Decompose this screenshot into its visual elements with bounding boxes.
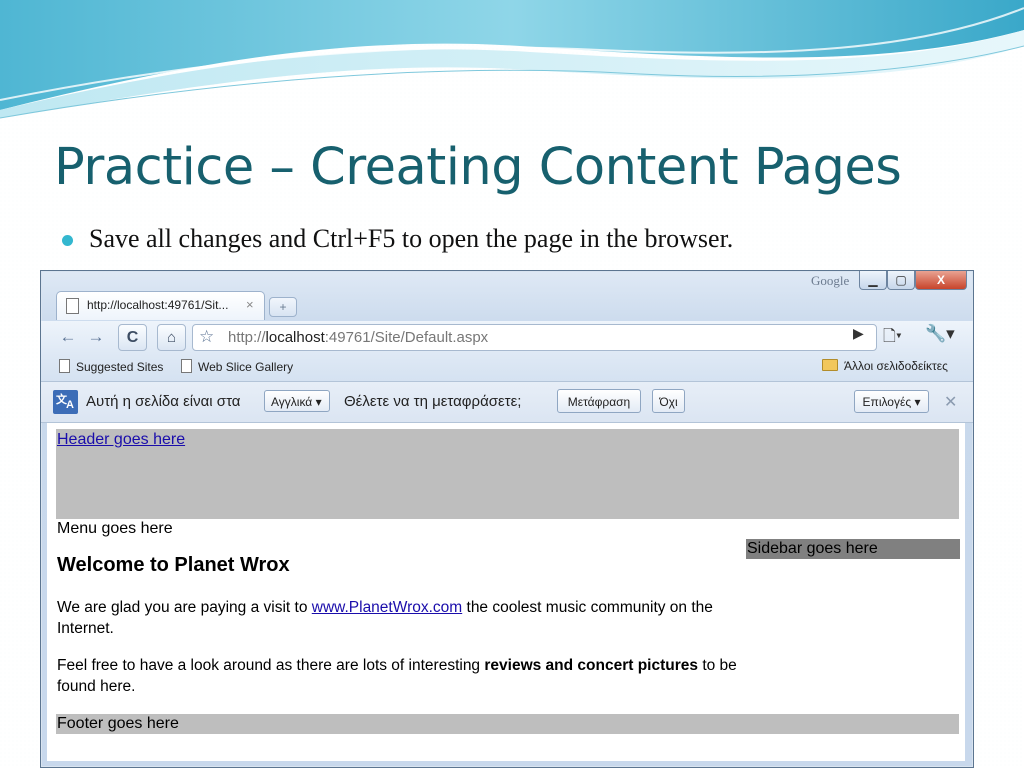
tab-title: http://localhost:49761/Sit... — [87, 298, 229, 312]
footer-text: Footer goes here — [57, 715, 179, 732]
bookmarks-bar: Suggested Sites Web Slice Gallery Άλλοι … — [41, 353, 973, 382]
reload-icon[interactable]: C — [118, 324, 147, 351]
browser-window: http://localhost:49761/Sit... × + Google… — [40, 270, 974, 768]
reviews-paragraph: Feel free to have a look around as there… — [57, 657, 737, 695]
translate-options-button[interactable]: Επιλογές ▾ — [854, 390, 929, 413]
bookmark-other[interactable]: Άλλοι σελιδοδείκτες — [822, 359, 948, 373]
translate-prompt: Αυτή η σελίδα είναι στα — [86, 393, 241, 410]
sidebar-text: Sidebar goes here — [747, 540, 878, 557]
translate-button[interactable]: Μετάφραση — [557, 389, 641, 413]
browser-tab[interactable]: http://localhost:49761/Sit... × — [56, 291, 265, 320]
go-arrow-icon[interactable]: ▶ — [853, 325, 864, 342]
bookmark-suggested-sites[interactable]: Suggested Sites — [59, 359, 163, 374]
back-arrow-icon[interactable]: ← — [55, 325, 81, 349]
menu-text: Menu goes here — [57, 520, 173, 537]
new-tab-button[interactable]: + — [269, 297, 297, 317]
browser-titlebar: http://localhost:49761/Sit... × + Google… — [41, 271, 973, 321]
url-text: http://localhost:49761/Site/Default.aspx — [228, 329, 489, 346]
translate-bar: 文A Αυτή η σελίδα είναι στα Αγγλικά ▾ Θέλ… — [41, 382, 973, 423]
slide-title: Practice – Creating Content Pages — [54, 138, 902, 197]
welcome-heading: Welcome to Planet Wrox — [57, 554, 290, 576]
page-icon — [59, 359, 70, 373]
wrench-menu-icon[interactable]: 🔧▾ — [925, 324, 955, 344]
language-select[interactable]: Αγγλικά ▾ — [264, 390, 330, 412]
browser-toolbar: ← → C ⌂ ☆ http://localhost:49761/Site/De… — [41, 321, 973, 353]
bullet-item: Save all changes and Ctrl+F5 to open the… — [62, 224, 733, 254]
sidebar-block: Sidebar goes here — [746, 539, 960, 559]
intro-paragraph: We are glad you are paying a visit to ww… — [57, 599, 713, 637]
close-window-button[interactable]: X — [915, 271, 967, 290]
page-icon — [181, 359, 192, 373]
tab-close-icon[interactable]: × — [246, 297, 254, 312]
bullet-text: Save all changes and Ctrl+F5 to open the… — [89, 224, 734, 253]
bookmark-star-icon[interactable]: ☆ — [199, 327, 214, 347]
address-bar[interactable]: ☆ http://localhost:49761/Site/Default.as… — [192, 324, 877, 351]
bullet-dot-icon — [62, 234, 73, 246]
page-icon — [66, 298, 79, 314]
bookmark-web-slice-gallery[interactable]: Web Slice Gallery — [181, 359, 293, 374]
translate-icon: 文A — [53, 390, 78, 414]
folder-icon — [822, 359, 838, 371]
translate-question: Θέλετε να τη μεταφράσετε; — [344, 393, 522, 410]
no-translate-button[interactable]: Όχι — [652, 389, 685, 413]
footer-block: Footer goes here — [56, 714, 959, 734]
home-icon[interactable]: ⌂ — [157, 324, 186, 351]
header-block: Header goes here — [56, 429, 959, 519]
forward-arrow-icon[interactable]: → — [83, 325, 109, 349]
planetwrox-link[interactable]: www.PlanetWrox.com — [312, 599, 462, 616]
minimize-button[interactable]: ▁ — [859, 271, 887, 290]
translate-close-icon[interactable]: ✕ — [944, 392, 957, 412]
header-link[interactable]: Header goes here — [57, 431, 185, 449]
page-viewport: Header goes here Menu goes here Sidebar … — [47, 423, 965, 761]
google-label: Google — [811, 273, 850, 288]
page-menu-icon[interactable]: 🗋▾ — [883, 325, 902, 352]
maximize-button[interactable]: ▢ — [887, 271, 915, 290]
